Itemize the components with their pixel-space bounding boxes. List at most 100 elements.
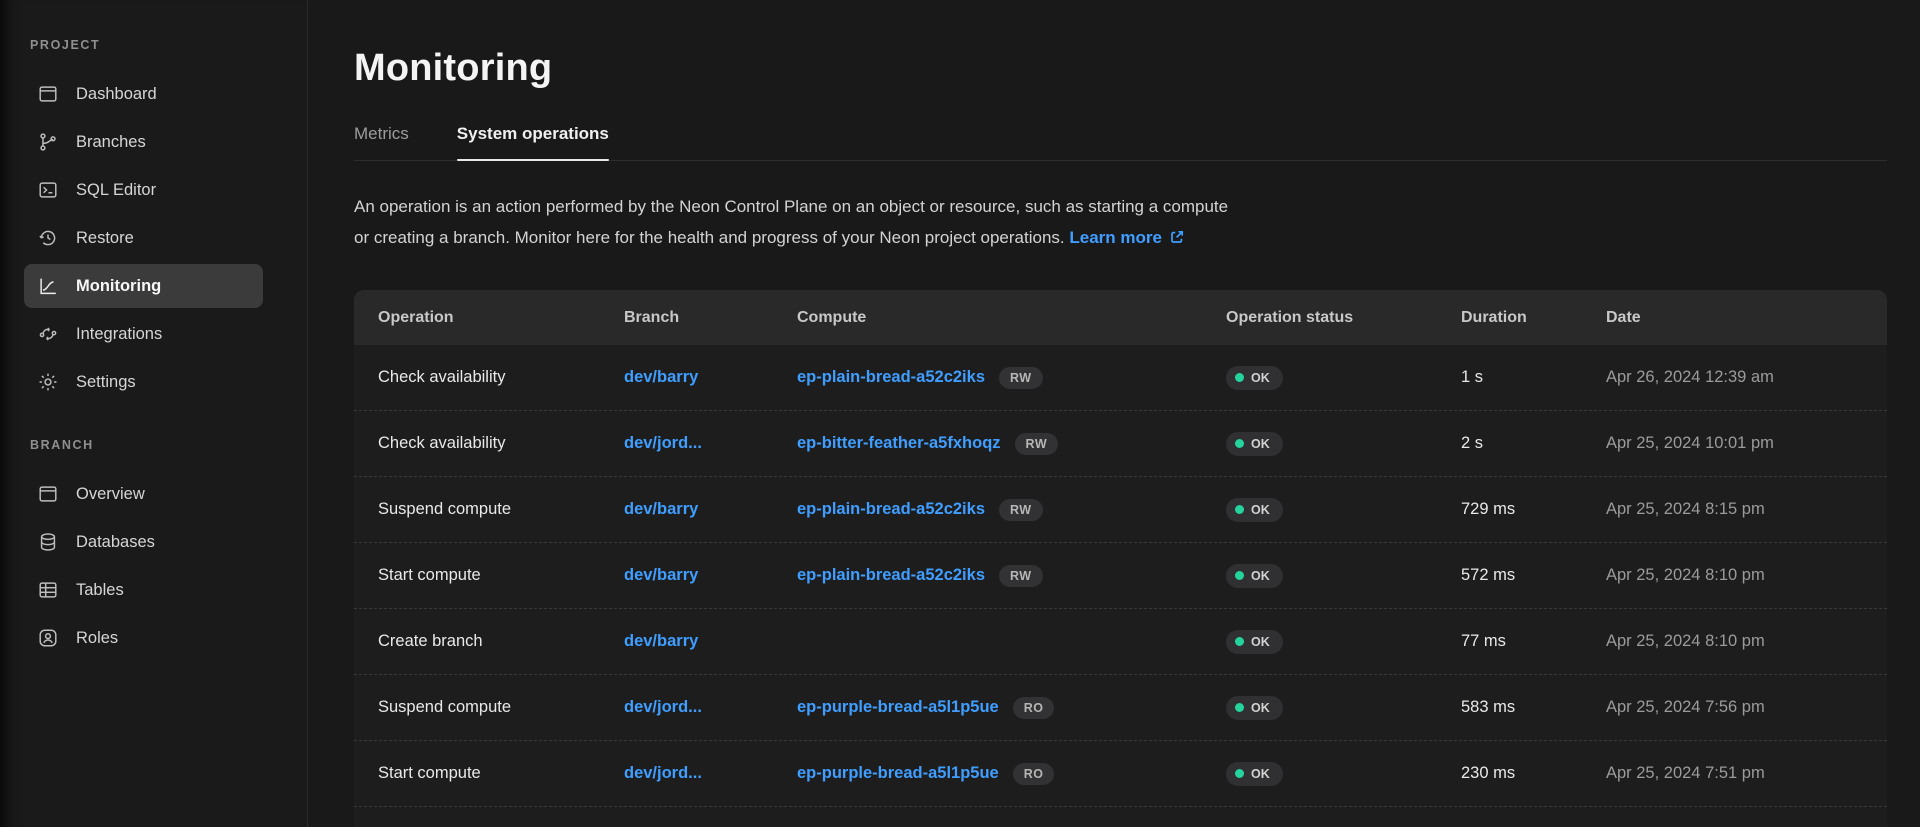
sidebar-item-branches[interactable]: Branches	[24, 120, 263, 164]
branch-link[interactable]: dev/jord...	[624, 764, 702, 782]
status-badge: OK	[1226, 564, 1283, 588]
tab-system-operations[interactable]: System operations	[457, 108, 609, 160]
date-cell: Apr 26, 2024 12:39 am	[1606, 368, 1887, 387]
compute-link[interactable]: ep-plain-bread-a52c2iks	[797, 566, 985, 584]
compute-link[interactable]: ep-plain-bread-a52c2iks	[797, 368, 985, 386]
status-ok-dot-icon	[1235, 373, 1244, 382]
sidebar-item-label: Overview	[76, 485, 145, 504]
date-cell: Apr 25, 2024 8:15 pm	[1606, 500, 1887, 519]
status-label: OK	[1251, 701, 1270, 715]
description-line-2: or creating a branch. Monitor here for t…	[354, 228, 1065, 247]
compute-access-badge: RO	[1013, 763, 1055, 785]
external-link-icon[interactable]	[1169, 224, 1185, 240]
gear-icon	[37, 371, 59, 393]
status-badge: OK	[1226, 762, 1283, 786]
branch-link[interactable]: dev/barry	[624, 632, 698, 650]
sidebar-item-databases[interactable]: Databases	[24, 520, 263, 564]
date-cell: Apr 25, 2024 7:56 pm	[1606, 698, 1887, 717]
status-badge: OK	[1226, 432, 1283, 456]
sidebar-item-restore[interactable]: Restore	[24, 216, 263, 260]
column-header-duration: Duration	[1461, 309, 1606, 327]
sidebar-item-label: Branches	[76, 133, 146, 152]
learn-more-link[interactable]: Learn more	[1069, 228, 1162, 247]
sidebar: PROJECT Dashboard Branches SQL Editor Re…	[0, 0, 308, 827]
sidebar-item-sql-editor[interactable]: SQL Editor	[24, 168, 263, 212]
status-label: OK	[1251, 635, 1270, 649]
operation-cell: Suspend compute	[378, 500, 624, 519]
status-label: OK	[1251, 569, 1270, 583]
sidebar-item-monitoring[interactable]: Monitoring	[24, 264, 263, 308]
date-cell: Apr 25, 2024 10:01 pm	[1606, 434, 1887, 453]
column-header-compute: Compute	[797, 309, 1226, 327]
date-cell: Apr 25, 2024 8:10 pm	[1606, 566, 1887, 585]
tab-metrics[interactable]: Metrics	[354, 108, 409, 160]
overview-window-icon	[37, 483, 59, 505]
sidebar-section-project-label: PROJECT	[30, 38, 307, 52]
sidebar-item-label: Settings	[76, 373, 136, 392]
database-icon	[37, 531, 59, 553]
duration-cell: 77 ms	[1461, 632, 1606, 651]
date-cell: Apr 25, 2024 8:10 pm	[1606, 632, 1887, 651]
column-header-branch: Branch	[624, 309, 797, 327]
restore-history-icon	[37, 227, 59, 249]
sidebar-item-label: Restore	[76, 229, 134, 248]
sidebar-item-label: Monitoring	[76, 277, 161, 296]
sidebar-item-label: Databases	[76, 533, 155, 552]
status-label: OK	[1251, 371, 1270, 385]
compute-link[interactable]: ep-bitter-feather-a5fxhoqz	[797, 434, 1001, 452]
dashboard-window-icon	[37, 83, 59, 105]
branch-link[interactable]: dev/jord...	[624, 434, 702, 452]
status-ok-dot-icon	[1235, 769, 1244, 778]
duration-cell: 2 s	[1461, 434, 1606, 453]
status-ok-dot-icon	[1235, 637, 1244, 646]
branch-link[interactable]: dev/barry	[624, 500, 698, 518]
description-line-1: An operation is an action performed by t…	[354, 197, 1228, 216]
date-cell: Apr 25, 2024 7:51 pm	[1606, 764, 1887, 783]
sidebar-item-settings[interactable]: Settings	[24, 360, 263, 404]
sidebar-item-overview[interactable]: Overview	[24, 472, 263, 516]
compute-access-badge: RW	[999, 565, 1043, 587]
branch-link[interactable]: dev/barry	[624, 566, 698, 584]
sidebar-item-label: Integrations	[76, 325, 162, 344]
status-badge: OK	[1226, 498, 1283, 522]
compute-link[interactable]: ep-plain-bread-a52c2iks	[797, 500, 985, 518]
sql-editor-icon	[37, 179, 59, 201]
sidebar-item-label: Tables	[76, 581, 124, 600]
branch-link[interactable]: dev/barry	[624, 368, 698, 386]
page-title: Monitoring	[354, 46, 1887, 90]
duration-cell: 230 ms	[1461, 764, 1606, 783]
table-grid-icon	[37, 579, 59, 601]
operation-cell: Create branch	[378, 632, 624, 651]
status-label: OK	[1251, 437, 1270, 451]
table-row: Start compute dev/barry ep-plain-bread-a…	[354, 543, 1887, 609]
sidebar-item-dashboard[interactable]: Dashboard	[24, 72, 263, 116]
compute-link[interactable]: ep-purple-bread-a5l1p5ue	[797, 698, 999, 716]
branches-icon	[37, 131, 59, 153]
operation-cell: Start compute	[378, 566, 624, 585]
column-header-operation: Operation	[378, 309, 624, 327]
operations-table: Operation Branch Compute Operation statu…	[354, 290, 1887, 827]
monitoring-chart-icon	[37, 275, 59, 297]
duration-cell: 572 ms	[1461, 566, 1606, 585]
compute-link[interactable]: ep-purple-bread-a5l1p5ue	[797, 764, 999, 782]
branch-link[interactable]: dev/jord...	[624, 698, 702, 716]
status-ok-dot-icon	[1235, 439, 1244, 448]
status-badge: OK	[1226, 366, 1283, 390]
table-row: Start compute dev/jord... ep-purple-brea…	[354, 741, 1887, 807]
status-ok-dot-icon	[1235, 571, 1244, 580]
status-label: OK	[1251, 767, 1270, 781]
column-header-date: Date	[1606, 309, 1887, 327]
table-row: Suspend compute dev/jord... ep-purple-br…	[354, 675, 1887, 741]
sidebar-item-integrations[interactable]: Integrations	[24, 312, 263, 356]
sidebar-item-roles[interactable]: Roles	[24, 616, 263, 660]
compute-access-badge: RW	[1015, 433, 1059, 455]
table-row: Create branch dev/barry OK 77 ms Apr 25,…	[354, 609, 1887, 675]
main-content: Monitoring Metrics System operations An …	[308, 0, 1920, 827]
sidebar-item-label: SQL Editor	[76, 181, 156, 200]
operation-cell: Check availability	[378, 368, 624, 387]
sidebar-section-branch-label: BRANCH	[30, 438, 307, 452]
integrations-icon	[37, 323, 59, 345]
table-row-partial	[354, 807, 1887, 827]
sidebar-item-tables[interactable]: Tables	[24, 568, 263, 612]
status-ok-dot-icon	[1235, 505, 1244, 514]
